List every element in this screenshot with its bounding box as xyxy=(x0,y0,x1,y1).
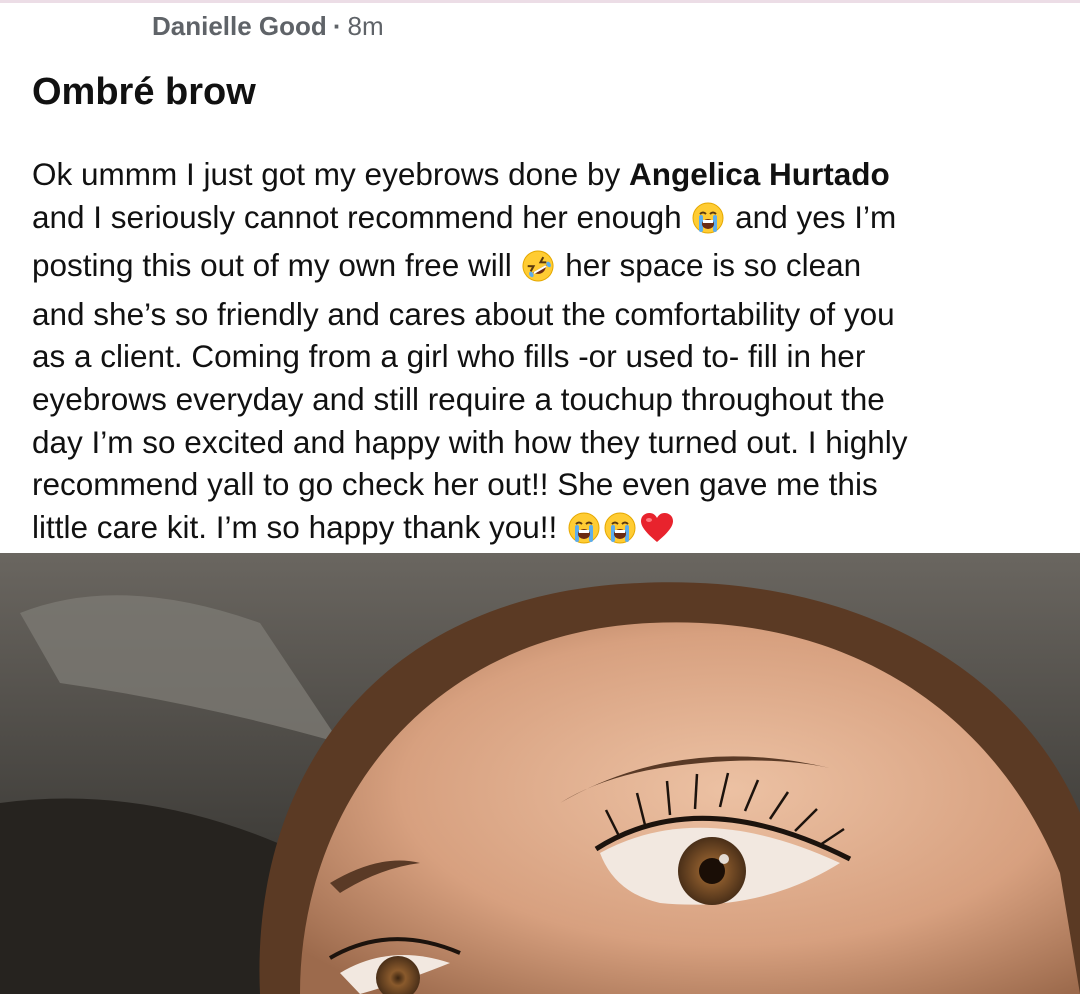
body-text: and yes I’m xyxy=(726,198,897,235)
loudly-crying-face-icon xyxy=(568,512,600,555)
body-line-9: little care kit. I’m so happy thank you!… xyxy=(32,506,1072,555)
body-line-6: eyebrows everyday and still require a to… xyxy=(32,380,885,417)
body-line-1: Ok ummm I just got my eyebrows done by A… xyxy=(32,153,1072,196)
post-meta: Danielle Good · 8m xyxy=(152,11,384,42)
body-text: little care kit. I’m so happy thank you!… xyxy=(32,508,566,545)
post-photo[interactable] xyxy=(0,553,1080,994)
body-line-7: day I’m so excited and happy with how th… xyxy=(32,423,908,460)
body-line-4: and she’s so friendly and cares about th… xyxy=(32,295,895,332)
body-line-8: recommend yall to go check her out!! She… xyxy=(32,466,878,503)
author-name[interactable]: Danielle Good xyxy=(152,11,327,41)
body-text: her space is so clean xyxy=(556,247,862,284)
loudly-crying-face-icon xyxy=(692,202,724,245)
post-title: Ombré brow xyxy=(32,71,256,113)
red-heart-icon xyxy=(640,512,674,555)
body-text: posting this out of my own free will xyxy=(32,247,521,284)
meta-separator: · xyxy=(332,11,342,41)
body-text: and I seriously cannot recommend her eno… xyxy=(32,198,691,235)
post-body: Ok ummm I just got my eyebrows done by A… xyxy=(32,153,1072,554)
body-line-3: posting this out of my own free will her… xyxy=(32,244,1072,293)
loudly-crying-face-icon xyxy=(604,512,636,555)
body-text: Ok ummm I just got my eyebrows done by xyxy=(32,156,629,192)
mention-link[interactable]: Angelica Hurtado xyxy=(629,156,890,192)
body-line-2: and I seriously cannot recommend her eno… xyxy=(32,196,1072,245)
post-card: Danielle Good · 8m Ombré brow Ok ummm I ju… xyxy=(0,0,1080,994)
rolling-on-floor-laughing-icon xyxy=(522,250,554,293)
body-line-5: as a client. Coming from a girl who fill… xyxy=(32,338,866,375)
post-timestamp: 8m xyxy=(347,11,384,41)
eye-closeup-image xyxy=(0,553,1080,994)
